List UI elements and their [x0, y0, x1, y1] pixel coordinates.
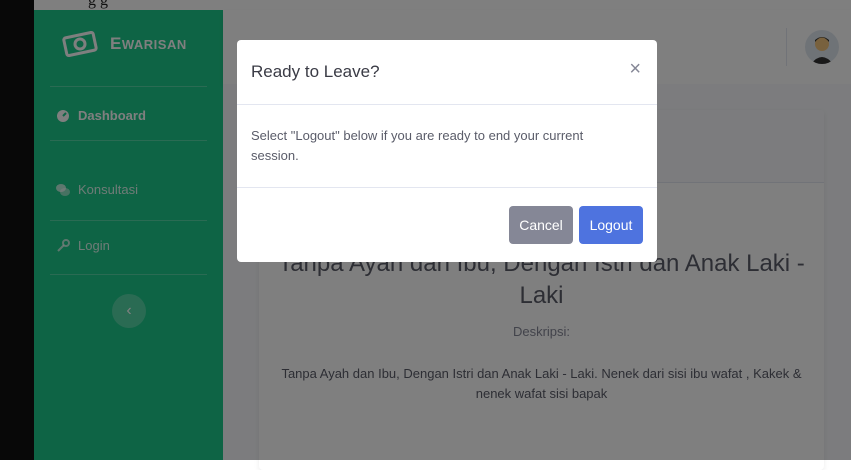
logout-modal: Ready to Leave? × Select "Logout" below …	[237, 40, 657, 262]
modal-title: Ready to Leave?	[251, 62, 380, 81]
modal-body-text: Select "Logout" below if you are ready t…	[251, 128, 584, 163]
cancel-button[interactable]: Cancel	[509, 206, 573, 244]
modal-footer-divider	[237, 187, 657, 188]
modal-header: Ready to Leave? ×	[237, 40, 657, 105]
close-icon[interactable]: ×	[629, 58, 641, 81]
logout-button[interactable]: Logout	[579, 206, 643, 244]
